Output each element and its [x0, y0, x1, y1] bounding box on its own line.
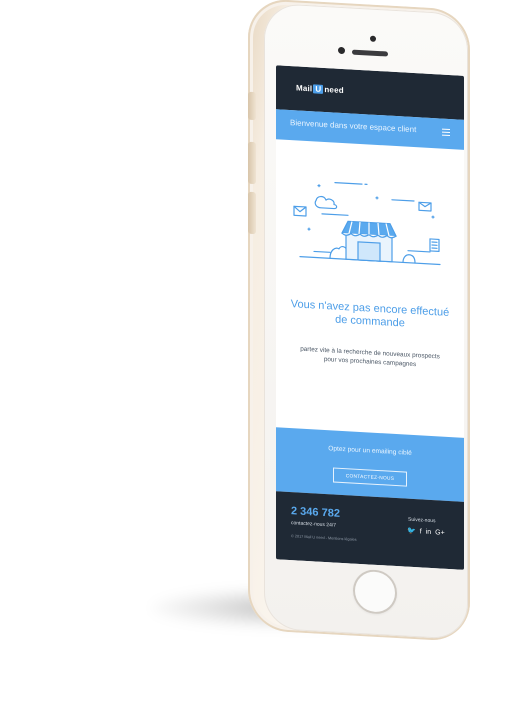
- empty-state-subtitle: partez vite à la recherche de nouveaux p…: [294, 344, 446, 370]
- copyright-text: © 2017 Mail U need - Mentions légales: [291, 534, 357, 542]
- mockup-stage: Mail Uneed Bienvenue dans votre espace cl…: [0, 0, 528, 701]
- footer: 2 346 782 contactez-nous 24/7 © 2017 Mai…: [276, 491, 464, 570]
- front-camera: [338, 46, 345, 55]
- twitter-icon[interactable]: 🐦: [407, 528, 416, 536]
- mute-switch: [248, 91, 256, 121]
- proximity-sensor: [370, 35, 376, 42]
- facebook-icon[interactable]: f: [420, 528, 422, 536]
- contact-button[interactable]: CONTACTEZ-NOUS: [333, 467, 407, 487]
- logo-text-need: need: [324, 85, 344, 96]
- contact-cta-section: Optez pour un emailing ciblé CONTACTEZ-N…: [276, 427, 464, 502]
- volume-down-button: [248, 191, 256, 235]
- brand-logo[interactable]: Mail Uneed: [296, 83, 344, 95]
- google-plus-icon[interactable]: G+: [435, 529, 445, 538]
- logo-text-mail: Mail: [296, 83, 313, 94]
- logo-text-u: U: [313, 84, 324, 94]
- phone-screen: Mail Uneed Bienvenue dans votre espace cl…: [276, 65, 464, 570]
- phone-device: Mail Uneed Bienvenue dans votre espace cl…: [0, 0, 528, 701]
- contact-label: contactez-nous 24/7: [291, 520, 337, 529]
- hamburger-menu-icon[interactable]: [442, 128, 450, 137]
- social-links: 🐦 f in G+: [407, 528, 455, 539]
- follow-us-label: Suivez-nous: [408, 516, 436, 525]
- welcome-title: Bienvenue dans votre espace client: [290, 118, 417, 135]
- phone-number[interactable]: 2 346 782: [291, 505, 340, 520]
- volume-up-button: [248, 141, 256, 185]
- storefront-illustration: [293, 182, 441, 266]
- cta-text: Optez pour un emailing ciblé: [328, 445, 412, 457]
- empty-state-title: Vous n'avez pas encore effectué de comma…: [290, 298, 450, 330]
- linkedin-icon[interactable]: in: [426, 529, 431, 537]
